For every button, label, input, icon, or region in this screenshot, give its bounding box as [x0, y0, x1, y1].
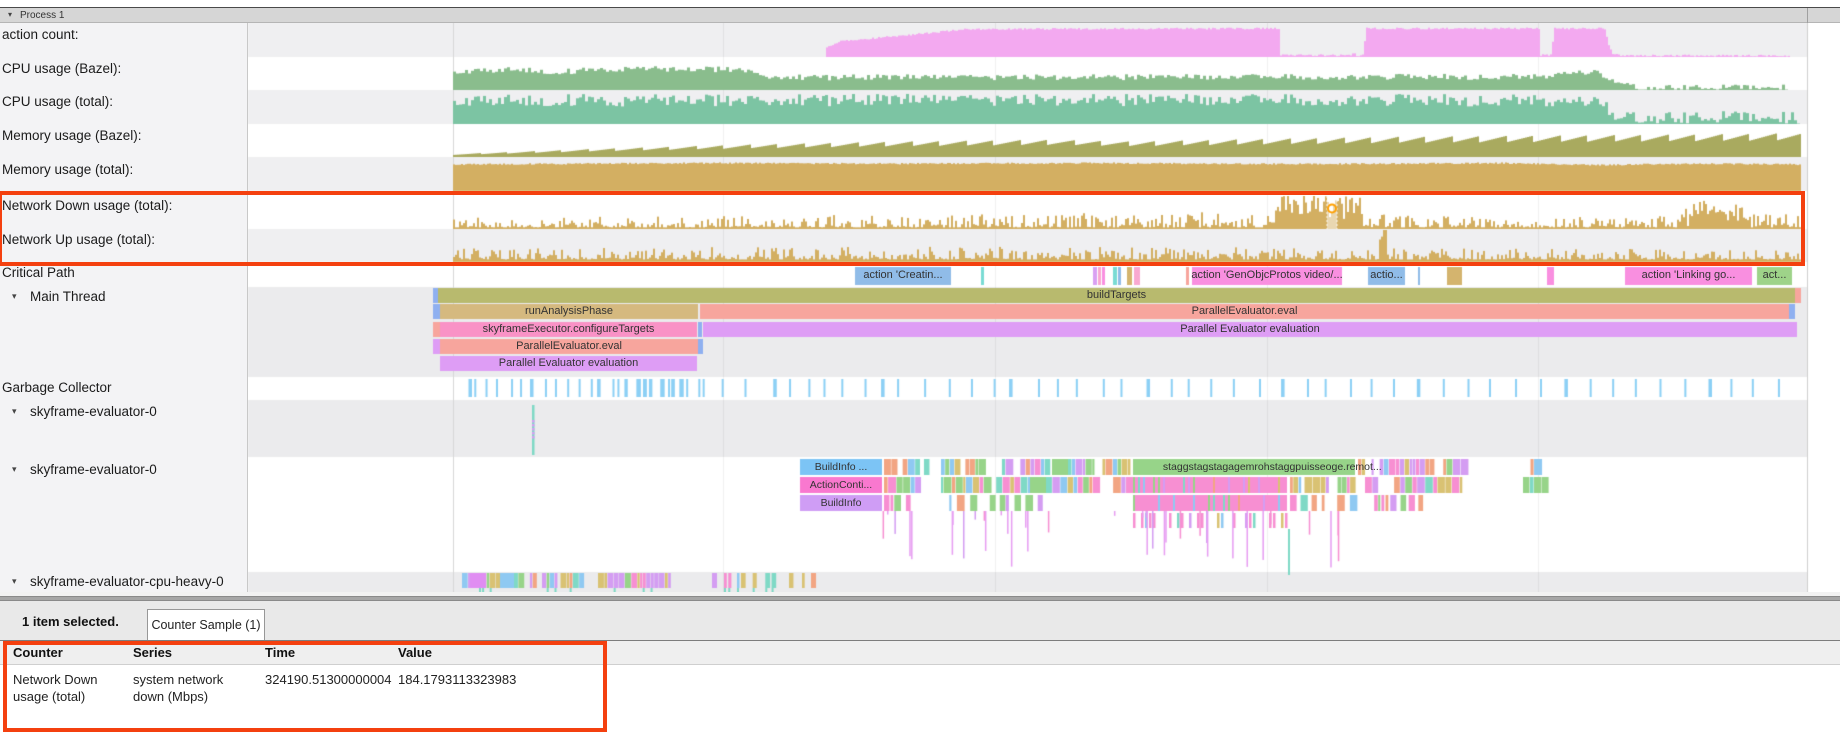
- expander-arrow-icon[interactable]: ▾: [12, 576, 17, 587]
- timeline-canvas[interactable]: [0, 0, 1840, 592]
- column-header-counter: Counter: [13, 645, 125, 660]
- table-header-row: Counter Series Time Value: [0, 640, 1840, 665]
- selection-status: 1 item selected.: [22, 614, 119, 629]
- track-label-memory-usage-bazel[interactable]: Memory usage (Bazel):: [2, 128, 142, 143]
- cell-time: 324190.51300000004: [265, 671, 390, 688]
- process-title: Process 1: [20, 10, 64, 21]
- track-label-cpu-usage-total[interactable]: CPU usage (total):: [2, 94, 113, 109]
- track-label-memory-usage-total[interactable]: Memory usage (total):: [2, 162, 133, 177]
- time-ruler[interactable]: [0, 0, 1840, 7]
- expander-arrow-icon[interactable]: ▾: [12, 291, 17, 302]
- track-label-skyframe-evaluator-cpu-heavy-0[interactable]: skyframe-evaluator-cpu-heavy-0: [30, 574, 224, 589]
- tab-counter-sample[interactable]: Counter Sample (1): [147, 609, 265, 640]
- track-label-network-down-usage-total[interactable]: Network Down usage (total):: [2, 198, 172, 213]
- track-label-skyframe-evaluator-0[interactable]: skyframe-evaluator-0: [30, 404, 157, 419]
- details-panel: 1 item selected. Counter Sample (1) Coun…: [0, 601, 1840, 742]
- column-header-value: Value: [398, 645, 598, 660]
- track-label-skyframe-evaluator-0[interactable]: skyframe-evaluator-0: [30, 462, 157, 477]
- track-label-panel: action count: CPU usage (Bazel): CPU usage…: [0, 23, 248, 592]
- trace-viewer: ▾ Process 1 action count: CPU usage (Baze…: [0, 0, 1840, 742]
- column-header-time: Time: [265, 645, 390, 660]
- track-label-action-count[interactable]: action count:: [2, 27, 79, 42]
- process-header[interactable]: ▾ Process 1: [0, 8, 1840, 23]
- track-label-network-up-usage-total[interactable]: Network Up usage (total):: [2, 232, 155, 247]
- track-label-garbage-collector[interactable]: Garbage Collector: [2, 380, 112, 395]
- track-label-main-thread[interactable]: Main Thread: [30, 289, 106, 304]
- collapse-arrow-icon[interactable]: ▾: [8, 10, 12, 19]
- track-label-critical-path[interactable]: Critical Path: [2, 265, 75, 280]
- header-divider: [1807, 8, 1808, 23]
- details-tab-bar: 1 item selected. Counter Sample (1): [0, 601, 1840, 640]
- cell-counter: Network Down usage (total): [13, 671, 125, 705]
- track-label-cpu-usage-bazel[interactable]: CPU usage (Bazel):: [2, 61, 121, 76]
- column-header-series: Series: [133, 645, 257, 660]
- cell-value: 184.1793113323983: [398, 671, 598, 688]
- expander-arrow-icon[interactable]: ▾: [12, 464, 17, 475]
- expander-arrow-icon[interactable]: ▾: [12, 406, 17, 417]
- cell-series: system network down (Mbps): [133, 671, 257, 705]
